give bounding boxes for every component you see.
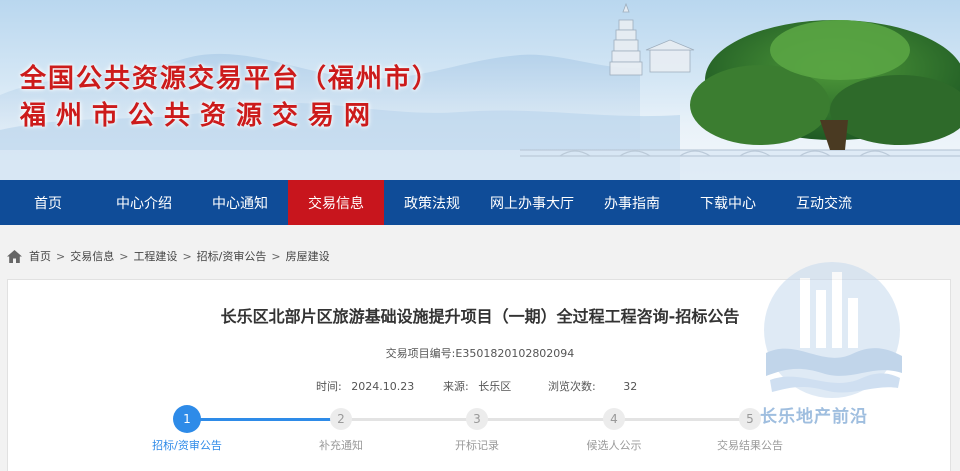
breadcrumb-separator: > [271,249,281,263]
nav-item-trade-info[interactable]: 交易信息 [288,180,384,225]
source: 来源: 长乐区 [443,378,511,394]
breadcrumb-separator: > [182,249,192,263]
breadcrumb-trade-info[interactable]: 交易信息 [70,248,114,264]
source-label: 来源: [443,380,469,393]
publish-time-value: 2024.10.23 [351,380,415,393]
step-1-label[interactable]: 招标/资审公告 [152,437,222,453]
step-4-circle[interactable]: 4 [603,408,625,430]
nav-item-center-notice[interactable]: 中心通知 [192,180,288,225]
nav-item-online-hall[interactable]: 网上办事大厅 [480,180,584,225]
breadcrumb-tender-notice[interactable]: 招标/资审公告 [197,248,267,264]
nav-item-download[interactable]: 下载中心 [680,180,776,225]
nav-item-policy[interactable]: 政策法规 [384,180,480,225]
watermark-text: 长乐地产前沿 [760,407,868,427]
breadcrumb: 首页 > 交易信息 > 工程建设 > 招标/资审公告 > 房屋建设 [6,247,330,265]
nav-item-home[interactable]: 首页 [0,180,96,225]
step-5-label[interactable]: 交易结果公告 [717,437,783,453]
step-1-circle[interactable]: 1 [173,405,201,433]
site-subtitle: 福州市公共资源交易网 [20,101,381,131]
breadcrumb-home[interactable]: 首页 [29,248,51,264]
step-3-circle[interactable]: 3 [466,408,488,430]
publish-time-label: 时间: [316,380,342,393]
publish-time: 时间: 2024.10.23 [316,378,414,394]
progress-line-done [186,418,336,421]
home-icon[interactable] [6,249,23,264]
step-2-label[interactable]: 补充通知 [319,437,363,453]
step-4-label[interactable]: 候选人公示 [587,437,642,453]
nav-item-interaction[interactable]: 互动交流 [776,180,872,225]
progress-line-pending [336,418,750,421]
step-3-label[interactable]: 开标记录 [455,437,499,453]
breadcrumb-separator: > [119,249,129,263]
main-nav: 首页 中心介绍 中心通知 交易信息 政策法规 网上办事大厅 办事指南 下载中心 … [0,180,960,225]
view-count-label: 浏览次数: [548,380,596,393]
breadcrumb-construction[interactable]: 工程建设 [133,248,177,264]
view-count: 浏览次数: 32 [548,378,637,394]
site-title: 全国公共资源交易平台（福州市） [20,64,441,94]
breadcrumb-separator: > [56,249,66,263]
nav-item-center-intro[interactable]: 中心介绍 [96,180,192,225]
source-value: 长乐区 [478,380,512,393]
step-2-circle[interactable]: 2 [330,408,352,430]
header-banner: 全国公共资源交易平台（福州市） 福州市公共资源交易网 [0,0,960,180]
nav-item-guide[interactable]: 办事指南 [584,180,680,225]
breadcrumb-building[interactable]: 房屋建设 [286,248,330,264]
view-count-value: 32 [623,380,638,393]
